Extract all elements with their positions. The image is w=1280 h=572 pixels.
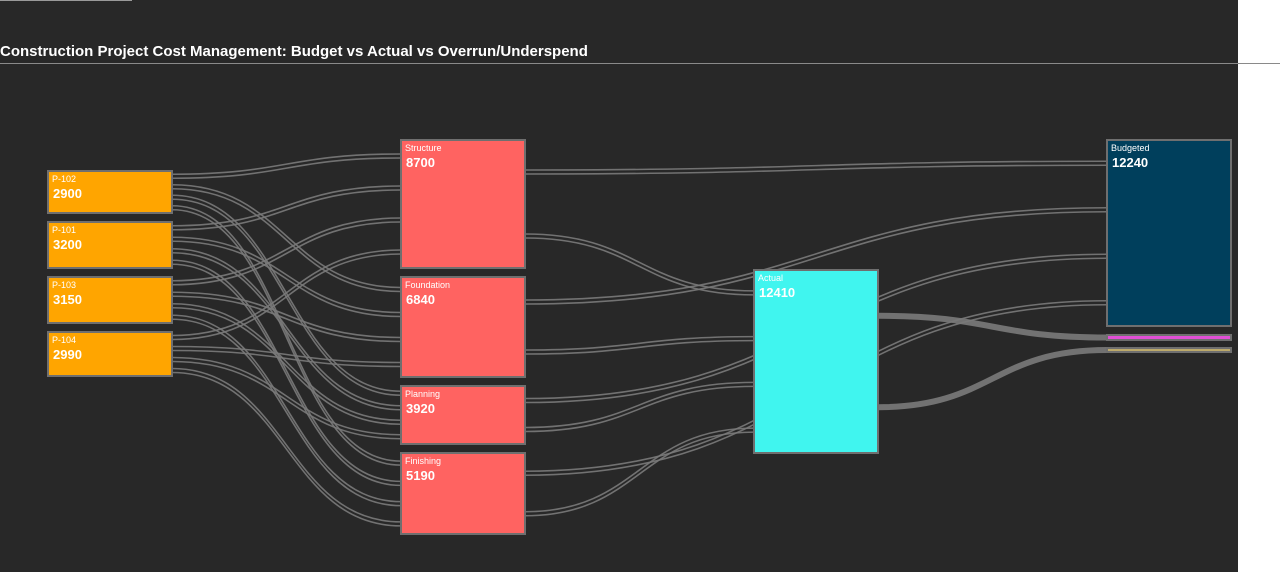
node-foundation[interactable]: Foundation 6840 [400,276,526,378]
node-rect-underspend[interactable] [1106,347,1232,353]
node-value-finishing: 5190 [406,468,435,483]
node-value-p-102: 2900 [53,186,82,201]
node-overrun[interactable] [1106,334,1232,341]
node-label-foundation: Foundation [405,280,450,290]
node-p-102[interactable]: P-102 2900 [47,170,173,214]
node-planning[interactable]: Planning 3920 [400,385,526,445]
node-value-actual: 12410 [759,285,795,300]
node-p-104[interactable]: P-104 2990 [47,331,173,377]
node-value-budgeted: 12240 [1112,155,1148,170]
node-finishing[interactable]: Finishing 5190 [400,452,526,535]
node-value-p-104: 2990 [53,347,82,362]
node-label-p-103: P-103 [52,280,76,290]
node-actual[interactable]: Actual 12410 [753,269,879,454]
link-structure-to-actual[interactable] [524,237,755,296]
node-label-p-101: P-101 [52,225,76,235]
node-rect-overrun[interactable] [1106,334,1232,341]
link-actual-to-overrun[interactable] [877,312,1108,341]
node-label-actual: Actual [758,273,783,283]
node-p-103[interactable]: P-103 3150 [47,276,173,324]
node-budgeted[interactable]: Budgeted 12240 [1106,139,1232,327]
link-p-102-to-structure[interactable] [171,157,402,180]
link-p-101-to-planning[interactable] [171,251,402,411]
node-label-structure: Structure [405,143,442,153]
node-label-budgeted: Budgeted [1111,143,1150,153]
node-label-planning: Planning [405,389,440,399]
node-value-structure: 8700 [406,155,435,170]
node-label-p-104: P-104 [52,335,76,345]
link-p-102-to-structure[interactable] [171,153,402,176]
link-structure-to-actual[interactable] [524,233,755,292]
node-label-p-102: P-102 [52,174,76,184]
node-structure[interactable]: Structure 8700 [400,139,526,269]
node-value-p-103: 3150 [53,292,82,307]
sankey-chart: P-102 2900 P-101 3200 P-103 3150 P-104 2990 Stru… [47,139,1232,535]
node-value-planning: 3920 [406,401,435,416]
node-value-p-101: 3200 [53,237,82,252]
links-layer [171,153,1108,527]
node-label-finishing: Finishing [405,456,441,466]
node-underspend[interactable] [1106,347,1232,353]
link-actual-to-underspend[interactable] [877,347,1108,411]
node-value-foundation: 6840 [406,292,435,307]
node-p-101[interactable]: P-101 3200 [47,221,173,269]
link-p-102-to-finishing[interactable] [171,208,402,466]
